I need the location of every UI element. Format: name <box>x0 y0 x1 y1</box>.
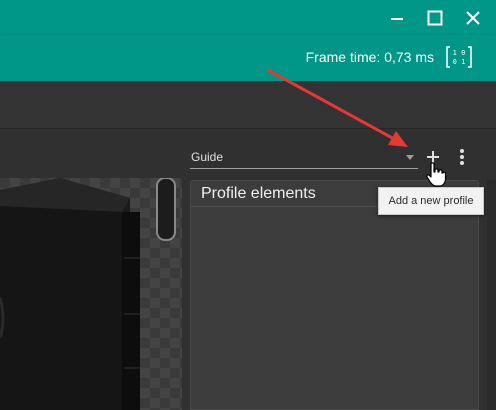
frame-time-label: Frame time: 0,73 ms <box>305 49 434 65</box>
svg-text:1 0: 1 0 <box>453 49 466 57</box>
device-render <box>0 178 176 410</box>
app-bar: Frame time: 0,73 ms <box>0 35 496 81</box>
minimize-icon <box>391 17 403 20</box>
viewport-preview[interactable] <box>0 178 182 410</box>
binary-toggle-icon[interactable]: 1 0 0 1 <box>446 45 472 69</box>
toolbar <box>0 81 496 129</box>
add-profile-button[interactable] <box>419 143 447 171</box>
chevron-down-icon <box>406 155 414 160</box>
minimize-button[interactable] <box>378 0 416 35</box>
app-window: Frame time: 0,73 ms 1 0 0 1 Guide Profil… <box>0 0 496 410</box>
more-vertical-icon <box>460 149 464 165</box>
add-profile-tooltip: Add a new profile <box>378 187 484 215</box>
guide-dropdown[interactable]: Guide <box>190 147 418 169</box>
scrollbar[interactable] <box>487 180 496 410</box>
close-icon <box>466 10 480 25</box>
maximize-button[interactable] <box>416 0 454 35</box>
svg-text:0 1: 0 1 <box>453 58 466 66</box>
more-options-button[interactable] <box>451 143 473 171</box>
profile-panel-title: Profile elements <box>201 185 316 202</box>
close-button[interactable] <box>454 0 492 35</box>
guide-dropdown-value: Guide <box>191 150 224 164</box>
title-bar <box>0 0 496 35</box>
plus-icon <box>427 151 439 163</box>
maximize-icon <box>427 10 443 25</box>
